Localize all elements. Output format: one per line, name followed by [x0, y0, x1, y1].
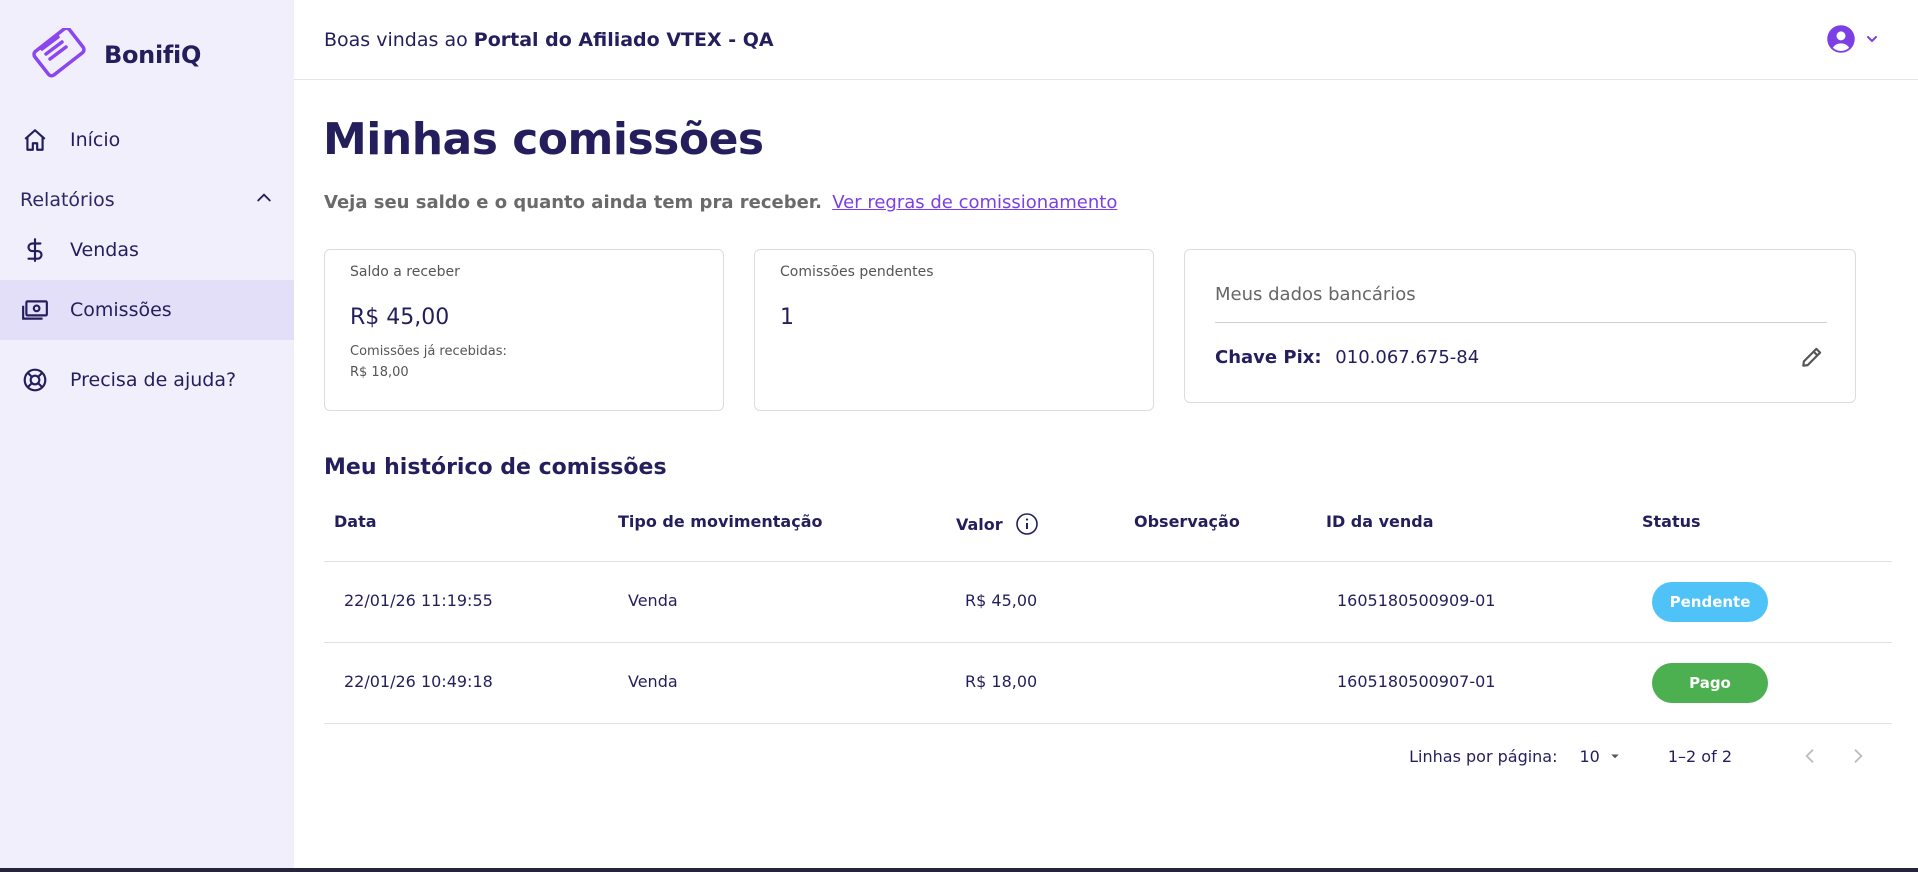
sidebar-item-label: Início	[70, 129, 121, 151]
sidebar-item-inicio[interactable]: Início	[0, 110, 294, 170]
status-badge-pending: Pendente	[1652, 582, 1768, 622]
balance-card: Saldo a receber R$ 45,00 Comissões já re…	[324, 249, 724, 411]
cell-value: R$ 45,00	[965, 591, 1038, 610]
cell-sale-id: 1605180500909-01	[1337, 591, 1496, 610]
welcome-message: Boas vindas ao Portal do Afiliado VTEX -…	[324, 29, 774, 51]
bank-divider	[1215, 322, 1827, 323]
info-icon[interactable]	[1015, 512, 1039, 536]
cell-date: 22/01/26 11:19:55	[344, 591, 493, 610]
cell-sale-id: 1605180500907-01	[1337, 672, 1496, 691]
subtitle-text: Veja seu saldo e o quanto ainda tem pra …	[324, 192, 822, 213]
brand-name: BonifiQ	[104, 41, 202, 69]
balance-label: Saldo a receber	[350, 264, 460, 280]
table-row: 22/01/26 10:49:18 Venda R$ 18,00 1605180…	[324, 643, 1892, 724]
pix-label: Chave Pix:	[1215, 347, 1322, 368]
sidebar-section-label: Relatórios	[20, 189, 115, 211]
column-header-tipo: Tipo de movimentação	[618, 512, 823, 531]
table-row: 22/01/26 11:19:55 Venda R$ 45,00 1605180…	[324, 562, 1892, 643]
portal-name: Portal do Afiliado VTEX - QA	[473, 28, 774, 51]
sidebar-section-relatorios[interactable]: Relatórios	[20, 186, 274, 214]
bottom-bar	[0, 868, 1918, 872]
next-page-icon[interactable]	[1846, 744, 1870, 768]
sidebar: BonifiQ Início Relatórios Vendas Comissõ…	[0, 0, 294, 872]
rows-per-page-label: Linhas por página:	[1409, 746, 1558, 766]
chevron-up-icon	[254, 188, 274, 212]
sidebar-item-label: Precisa de ajuda?	[70, 369, 237, 391]
welcome-prefix: Boas vindas ao	[324, 28, 468, 51]
pending-card: Comissões pendentes 1	[754, 249, 1154, 411]
rows-per-page-value: 10	[1579, 746, 1600, 766]
cell-date: 22/01/26 10:49:18	[344, 672, 493, 691]
rows-per-page-select[interactable]: 10	[1580, 747, 1624, 766]
sidebar-item-comissoes[interactable]: Comissões	[0, 280, 294, 340]
cell-type: Venda	[628, 672, 678, 691]
commission-history-table: Data Tipo de movimentação Valor Observaç…	[324, 498, 1892, 724]
column-header-valor: Valor	[956, 512, 1039, 536]
sidebar-item-label: Comissões	[70, 299, 172, 321]
sidebar-item-vendas[interactable]: Vendas	[0, 220, 294, 280]
lifebuoy-icon	[20, 365, 50, 395]
brand-logo[interactable]: BonifiQ	[28, 28, 201, 82]
bank-data-card: Meus dados bancários Chave Pix: 010.067.…	[1184, 249, 1856, 403]
pagination-range: 1–2 of 2	[1667, 746, 1732, 766]
pix-key-row: Chave Pix: 010.067.675-84	[1215, 347, 1479, 368]
pending-value: 1	[780, 305, 794, 330]
balance-value: R$ 45,00	[350, 305, 450, 330]
user-circle-icon	[1826, 24, 1856, 58]
commission-rules-link[interactable]: Ver regras de comissionamento	[832, 192, 1117, 213]
bank-title: Meus dados bancários	[1215, 284, 1416, 305]
received-label: Comissões já recebidas:	[350, 344, 507, 359]
cash-icon	[20, 295, 50, 325]
sidebar-item-ajuda[interactable]: Precisa de ajuda?	[0, 350, 294, 410]
history-title: Meu histórico de comissões	[324, 455, 667, 480]
pencil-icon[interactable]	[1799, 344, 1825, 374]
cell-type: Venda	[628, 591, 678, 610]
user-menu-button[interactable]	[1826, 24, 1880, 58]
pix-value: 010.067.675-84	[1335, 347, 1480, 368]
column-header-valor-label: Valor	[956, 514, 1003, 534]
chevron-down-icon	[1864, 31, 1880, 51]
caret-down-icon	[1606, 747, 1624, 765]
dollar-icon	[20, 235, 50, 265]
page-subtitle: Veja seu saldo e o quanto ainda tem pra …	[324, 192, 1117, 213]
table-header: Data Tipo de movimentação Valor Observaç…	[324, 498, 1892, 562]
column-header-status: Status	[1642, 512, 1701, 531]
received-value: R$ 18,00	[350, 365, 409, 380]
pending-label: Comissões pendentes	[780, 264, 934, 280]
column-header-data: Data	[334, 512, 377, 531]
page-title: Minhas comissões	[323, 114, 764, 165]
column-header-observacao: Observação	[1134, 512, 1240, 531]
table-pagination: Linhas por página: 10 1–2 of 2	[1409, 744, 1870, 768]
cell-value: R$ 18,00	[965, 672, 1038, 691]
received-commissions: Comissões já recebidas: R$ 18,00	[350, 341, 507, 383]
bonifiq-logo-icon	[32, 28, 86, 78]
top-header: Boas vindas ao Portal do Afiliado VTEX -…	[294, 0, 1918, 80]
status-badge-paid: Pago	[1652, 663, 1768, 703]
home-icon	[20, 125, 50, 155]
column-header-id-venda: ID da venda	[1326, 512, 1434, 531]
previous-page-icon[interactable]	[1798, 744, 1822, 768]
sidebar-item-label: Vendas	[70, 239, 139, 261]
